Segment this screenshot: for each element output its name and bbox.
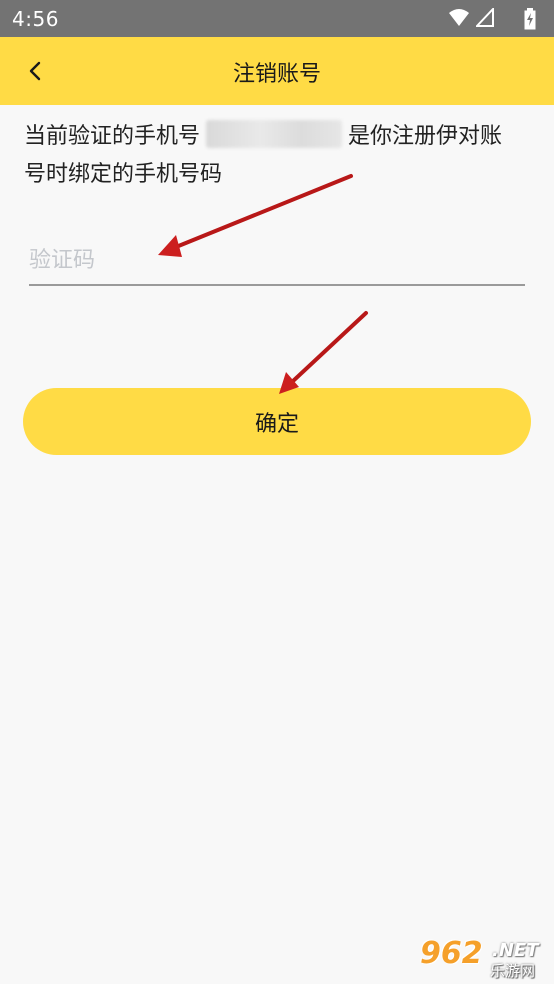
status-time: 4:56: [12, 7, 59, 31]
battery-icon: [524, 8, 536, 30]
description-prefix: 当前验证的手机号: [24, 124, 201, 149]
verification-description: 当前验证的手机号 是你注册伊对账号时绑定的手机号码: [24, 118, 524, 194]
watermark: 962 .NET 乐游网: [420, 936, 550, 982]
app-bar: 注销账号: [0, 37, 554, 105]
page-title: 注销账号: [232, 62, 321, 87]
watermark-name: 乐游网: [490, 962, 536, 980]
watermark-domain: .NET: [492, 940, 539, 961]
watermark-number: 962: [420, 936, 483, 971]
verification-code-field: [29, 236, 525, 286]
confirm-button[interactable]: 确定: [23, 388, 531, 455]
wifi-icon: [449, 9, 469, 26]
masked-phone-number: [206, 120, 343, 148]
status-bar: 4:56: [0, 0, 554, 37]
annotation-arrow-to-button: [279, 311, 368, 394]
signal-icon: [476, 8, 494, 27]
verification-code-input[interactable]: [29, 240, 519, 280]
